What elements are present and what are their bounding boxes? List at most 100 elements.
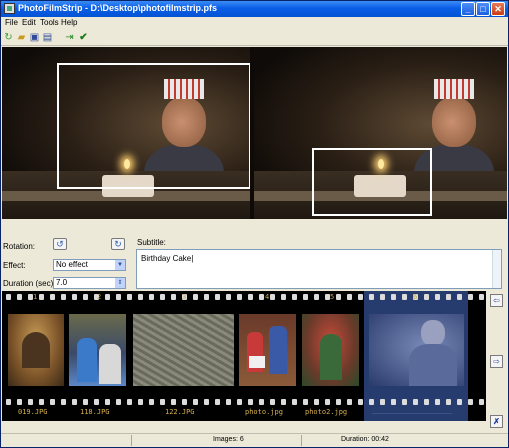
sprocket-hole [116,294,121,300]
sprocket-hole [358,294,363,300]
remove-image-icon[interactable]: ✗ [490,415,503,428]
menu-file[interactable]: File [5,18,18,27]
sprocket-hole [325,399,330,405]
check-icon[interactable]: ✔ [78,32,89,43]
sprocket-hole [457,399,462,405]
sprocket-hole [292,294,297,300]
subtitle-scrollbar[interactable] [492,250,501,288]
duration-value: 7.0 [56,278,68,287]
sprocket-hole [446,399,451,405]
sprocket-hole [281,294,286,300]
sprocket-hole [160,294,165,300]
subtitle-label: Subtitle: [137,238,166,247]
sprocket-hole [358,399,363,405]
duration-label: Duration (sec): [3,279,56,288]
effect-value: No effect [56,260,88,269]
app-icon [4,3,15,14]
chevron-down-icon[interactable]: ▼ [115,260,125,270]
sprocket-hole [83,294,88,300]
sprocket-hole [171,399,176,405]
new-icon[interactable]: ↻ [3,32,14,43]
sprocket-hole [204,399,209,405]
spinner-arrows-icon[interactable]: ⇕ [115,278,125,288]
sprocket-hole [105,294,110,300]
sprocket-hole [314,399,319,405]
sprocket-hole [270,399,275,405]
subtitle-textarea[interactable]: Birthday Cake| [136,249,502,289]
sprocket-hole [39,294,44,300]
move-right-icon[interactable]: ⇨ [490,355,503,368]
filmstrip[interactable]: 1 2 3 4 5 6 019.JPG 118.JPG 122.JPG phot… [2,291,486,421]
thumbnail-label: photo2.jpg [305,408,348,416]
sprocket-hole [424,399,429,405]
sprocket-hole [336,399,341,405]
sprocket-hole [39,399,44,405]
maximize-button[interactable]: □ [476,2,490,16]
image-preview-left [2,47,250,219]
thumbnail-6[interactable] [369,314,464,386]
thumbnail-4[interactable] [239,314,296,386]
sprocket-hole [160,399,165,405]
effect-label: Effect: [3,261,26,270]
status-duration: Duration: 00:42 [341,436,389,443]
thumbnail-label: 019.JPG [18,408,48,416]
thumbnail-3[interactable] [133,314,234,386]
thumbnail-1[interactable] [8,314,64,386]
move-left-icon[interactable]: ⇦ [490,294,503,307]
properties-panel: Rotation: ↺ ↻ Effect: No effect ▼ Durati… [1,234,133,291]
sprocket-hole [127,399,132,405]
sprocket-hole [292,399,297,405]
title-bar: PhotoFilmStrip - D:\Desktop\photofilmstr… [1,1,508,17]
rotate-left-icon[interactable]: ↺ [53,238,67,250]
rotation-label: Rotation: [3,242,36,251]
sprocket-hole [303,399,308,405]
frame-number: 5 [330,293,335,301]
sprocket-hole [259,399,264,405]
sprocket-hole [28,399,33,405]
filmstrip-side-buttons: ⇦ ⇨ ✗ [488,293,506,428]
sprocket-hole [182,399,187,405]
sprocket-hole [424,294,429,300]
image-preview-right [254,47,507,219]
sprocket-hole [347,294,352,300]
save-as-icon[interactable]: ▤ [42,32,53,43]
thumbnail-2[interactable] [69,314,126,386]
status-images: Images: 6 [213,436,244,443]
sprocket-hole [270,294,275,300]
sprocket-hole [479,294,484,300]
menu-help[interactable]: Help [61,18,77,27]
start-crop-rectangle[interactable] [57,63,250,189]
thumbnail-5[interactable] [302,314,359,386]
sprocket-hole [72,294,77,300]
subtitle-text: Birthday Cake [141,254,192,263]
sprocket-hole [6,399,11,405]
duration-spinner[interactable]: 7.0 ⇕ [53,277,126,289]
frame-number: 4 [265,293,270,301]
app-window: PhotoFilmStrip - D:\Desktop\photofilmstr… [0,0,509,448]
export-icon[interactable]: ⇥ [64,32,75,43]
thumbnail-label: photo.jpg [245,408,283,416]
end-crop-rectangle[interactable] [312,148,432,216]
sprocket-hole [6,294,11,300]
thumbnail-label: 122.JPG [165,408,195,416]
sprocket-hole [138,399,143,405]
sprocket-hole [116,399,121,405]
menu-tools[interactable]: Tools [40,18,59,27]
menu-bar: File Edit Tools Help [1,17,508,30]
sprocket-hole [237,399,242,405]
sprocket-hole [248,294,253,300]
minimize-button[interactable]: _ [461,2,475,16]
sprocket-hole [17,399,22,405]
rotate-right-icon[interactable]: ↻ [111,238,125,250]
open-icon[interactable]: ▰ [16,32,27,43]
sprocket-hole [61,399,66,405]
sprocket-hole [248,399,253,405]
sprocket-hole [204,294,209,300]
sprocket-hole [435,399,440,405]
sprocket-hole [17,294,22,300]
close-button[interactable]: ✕ [491,2,505,16]
menu-edit[interactable]: Edit [22,18,36,27]
sprocket-hole [391,399,396,405]
save-icon[interactable]: ▣ [29,32,40,43]
effect-dropdown[interactable]: No effect ▼ [53,259,126,271]
